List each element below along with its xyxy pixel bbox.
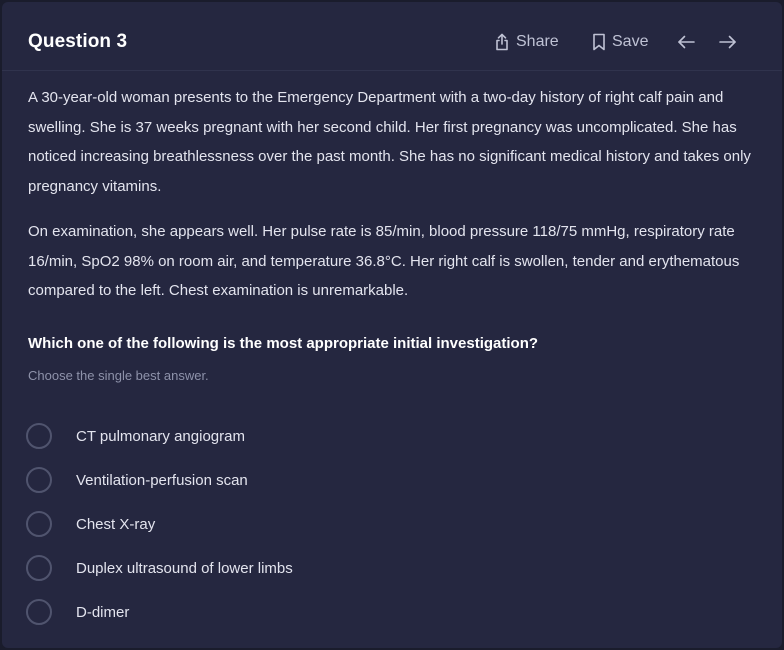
- share-button[interactable]: Share: [494, 30, 559, 54]
- arrow-left-icon: [676, 34, 696, 50]
- radio-button[interactable]: [26, 555, 52, 581]
- question-stem-paragraph: A 30-year-old woman presents to the Emer…: [28, 89, 751, 195]
- share-label: Share: [516, 33, 559, 50]
- answer-option-label: D-dimer: [76, 603, 130, 621]
- answer-option-label: Duplex ultrasound of lower limbs: [76, 559, 293, 577]
- header-divider: [2, 70, 782, 71]
- radio-button[interactable]: [26, 423, 52, 449]
- save-button[interactable]: Save: [592, 30, 648, 54]
- answer-option-label: Chest X-ray: [76, 515, 156, 533]
- question-card: Question 3 Share Save A 30-year-old woma…: [2, 2, 782, 648]
- question-title: Question 3: [28, 31, 128, 52]
- radio-button[interactable]: [26, 511, 52, 537]
- next-question-button[interactable]: [718, 30, 738, 54]
- answer-hint: Choose the single best answer.: [28, 368, 209, 383]
- bookmark-icon: [592, 33, 606, 51]
- answer-option[interactable]: Ventilation-perfusion scan: [26, 463, 726, 497]
- question-stem-paragraph: On examination, she appears well. Her pu…: [28, 223, 740, 300]
- radio-button[interactable]: [26, 467, 52, 493]
- answer-option-label: Ventilation-perfusion scan: [76, 471, 248, 489]
- save-label: Save: [612, 33, 649, 50]
- question-header: Question 3 Share Save: [2, 2, 782, 74]
- radio-button[interactable]: [26, 599, 52, 625]
- answer-option[interactable]: Chest X-ray: [26, 507, 726, 541]
- answer-option[interactable]: Duplex ultrasound of lower limbs: [26, 551, 726, 585]
- answer-option[interactable]: CT pulmonary angiogram: [26, 419, 726, 453]
- previous-question-button[interactable]: [676, 30, 696, 54]
- share-icon: [494, 33, 510, 51]
- question-prompt: Which one of the following is the most a…: [28, 335, 539, 352]
- arrow-right-icon: [718, 34, 738, 50]
- answer-option[interactable]: D-dimer: [26, 595, 726, 629]
- answer-option-label: CT pulmonary angiogram: [76, 427, 245, 445]
